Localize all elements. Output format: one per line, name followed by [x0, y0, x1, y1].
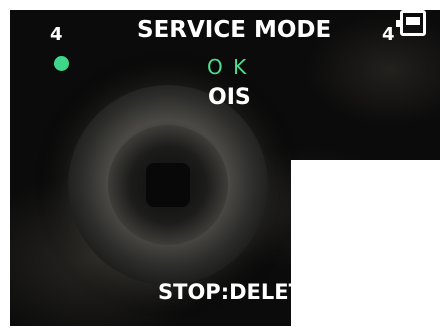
stop-delete-label[interactable]: STOP:DELET: [158, 280, 303, 304]
status-text: O K: [207, 55, 249, 79]
lens-aperture: [146, 163, 190, 207]
lens-image: [68, 85, 268, 285]
mode-number-left: 4: [50, 24, 63, 45]
battery-icon: [396, 10, 426, 36]
mode-number-right: 4: [382, 24, 395, 45]
white-overlay-block: [291, 160, 440, 329]
battery-level: [406, 17, 420, 25]
test-name: OIS: [208, 85, 251, 110]
page-title: SERVICE MODE: [137, 17, 332, 43]
green-dot-icon: [54, 56, 69, 71]
lens-inner-ring: [108, 125, 228, 245]
